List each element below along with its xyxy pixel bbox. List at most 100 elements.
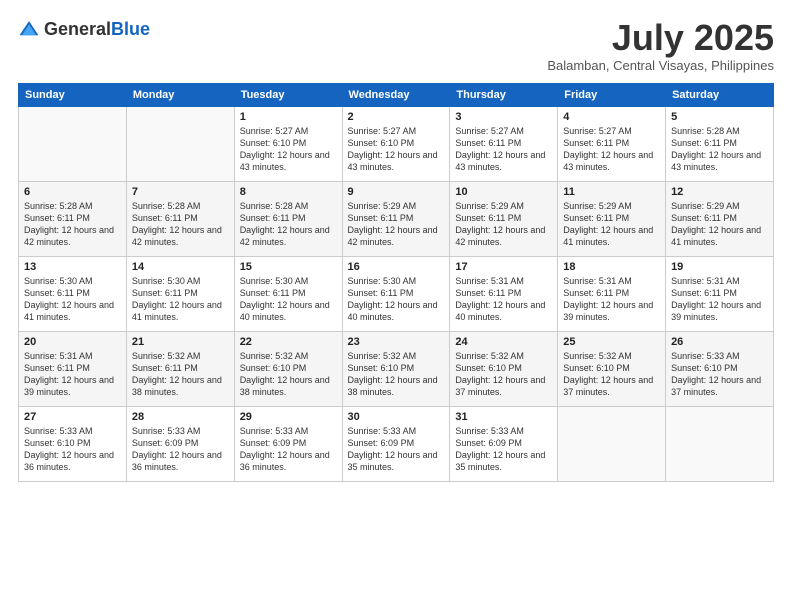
day-info: Sunrise: 5:30 AM Sunset: 6:11 PM Dayligh… — [348, 275, 445, 324]
day-info: Sunrise: 5:29 AM Sunset: 6:11 PM Dayligh… — [455, 200, 552, 249]
day-number: 22 — [240, 336, 337, 348]
calendar-cell: 5 Sunrise: 5:28 AM Sunset: 6:11 PM Daylig… — [666, 106, 774, 181]
day-number: 14 — [132, 261, 229, 273]
day-info: Sunrise: 5:27 AM Sunset: 6:11 PM Dayligh… — [455, 125, 552, 174]
day-info: Sunrise: 5:28 AM Sunset: 6:11 PM Dayligh… — [24, 200, 121, 249]
day-number: 16 — [348, 261, 445, 273]
calendar-cell — [558, 406, 666, 481]
logo-text: GeneralBlue — [44, 19, 150, 40]
day-info: Sunrise: 5:31 AM Sunset: 6:11 PM Dayligh… — [455, 275, 552, 324]
calendar-cell: 1 Sunrise: 5:27 AM Sunset: 6:10 PM Daylig… — [234, 106, 342, 181]
day-number: 7 — [132, 186, 229, 198]
day-info: Sunrise: 5:32 AM Sunset: 6:10 PM Dayligh… — [348, 350, 445, 399]
calendar-cell: 11 Sunrise: 5:29 AM Sunset: 6:11 PM Dayli… — [558, 181, 666, 256]
day-info: Sunrise: 5:33 AM Sunset: 6:09 PM Dayligh… — [348, 425, 445, 474]
day-number: 12 — [671, 186, 768, 198]
calendar-cell: 20 Sunrise: 5:31 AM Sunset: 6:11 PM Dayli… — [19, 331, 127, 406]
calendar-cell: 12Sunrise: 5:29 AM Sunset: 6:11 PM Dayli… — [666, 181, 774, 256]
calendar-cell: 18Sunrise: 5:31 AM Sunset: 6:11 PM Dayli… — [558, 256, 666, 331]
calendar-cell — [666, 406, 774, 481]
day-number: 28 — [132, 411, 229, 423]
calendar-cell: 2 Sunrise: 5:27 AM Sunset: 6:10 PM Daylig… — [342, 106, 450, 181]
calendar-cell: 30 Sunrise: 5:33 AM Sunset: 6:09 PM Dayli… — [342, 406, 450, 481]
calendar-cell: 26Sunrise: 5:33 AM Sunset: 6:10 PM Dayli… — [666, 331, 774, 406]
day-number: 4 — [563, 111, 660, 123]
day-info: Sunrise: 5:33 AM Sunset: 6:09 PM Dayligh… — [455, 425, 552, 474]
day-info: Sunrise: 5:27 AM Sunset: 6:10 PM Dayligh… — [348, 125, 445, 174]
header-row: Sunday Monday Tuesday Wednesday Thursday… — [19, 83, 774, 106]
day-number: 27 — [24, 411, 121, 423]
calendar-cell: 22 Sunrise: 5:32 AM Sunset: 6:10 PM Dayli… — [234, 331, 342, 406]
day-number: 31 — [455, 411, 552, 423]
day-number: 30 — [348, 411, 445, 423]
day-number: 2 — [348, 111, 445, 123]
day-number: 25 — [563, 336, 660, 348]
day-number: 15 — [240, 261, 337, 273]
day-info: Sunrise: 5:27 AM Sunset: 6:10 PM Dayligh… — [240, 125, 337, 174]
day-info: Sunrise: 5:33 AM Sunset: 6:09 PM Dayligh… — [240, 425, 337, 474]
calendar-cell: 29 Sunrise: 5:33 AM Sunset: 6:09 PM Dayli… — [234, 406, 342, 481]
day-info: Sunrise: 5:30 AM Sunset: 6:11 PM Dayligh… — [24, 275, 121, 324]
day-number: 9 — [348, 186, 445, 198]
day-number: 26 — [671, 336, 768, 348]
day-number: 8 — [240, 186, 337, 198]
calendar-table: Sunday Monday Tuesday Wednesday Thursday… — [18, 83, 774, 482]
day-info: Sunrise: 5:31 AM Sunset: 6:11 PM Dayligh… — [24, 350, 121, 399]
day-number: 3 — [455, 111, 552, 123]
calendar-cell: 24 Sunrise: 5:32 AM Sunset: 6:10 PM Dayli… — [450, 331, 558, 406]
day-number: 18 — [563, 261, 660, 273]
calendar-cell: 14 Sunrise: 5:30 AM Sunset: 6:11 PM Dayli… — [126, 256, 234, 331]
calendar-week-0: 1 Sunrise: 5:27 AM Sunset: 6:10 PM Daylig… — [19, 106, 774, 181]
calendar-cell: 13Sunrise: 5:30 AM Sunset: 6:11 PM Dayli… — [19, 256, 127, 331]
calendar-cell — [19, 106, 127, 181]
calendar-cell: 9 Sunrise: 5:29 AM Sunset: 6:11 PM Daylig… — [342, 181, 450, 256]
calendar-cell: 31 Sunrise: 5:33 AM Sunset: 6:09 PM Dayli… — [450, 406, 558, 481]
calendar-week-4: 27Sunrise: 5:33 AM Sunset: 6:10 PM Dayli… — [19, 406, 774, 481]
day-number: 24 — [455, 336, 552, 348]
location-title: Balamban, Central Visayas, Philippines — [547, 58, 774, 73]
page: GeneralBlue July 2025 Balamban, Central … — [0, 0, 792, 612]
day-info: Sunrise: 5:29 AM Sunset: 6:11 PM Dayligh… — [348, 200, 445, 249]
day-number: 11 — [563, 186, 660, 198]
logo-general: General — [44, 19, 111, 39]
calendar-cell: 27Sunrise: 5:33 AM Sunset: 6:10 PM Dayli… — [19, 406, 127, 481]
day-info: Sunrise: 5:29 AM Sunset: 6:11 PM Dayligh… — [563, 200, 660, 249]
day-number: 19 — [671, 261, 768, 273]
th-saturday: Saturday — [666, 83, 774, 106]
logo: GeneralBlue — [18, 18, 150, 40]
day-info: Sunrise: 5:28 AM Sunset: 6:11 PM Dayligh… — [240, 200, 337, 249]
day-number: 1 — [240, 111, 337, 123]
title-section: July 2025 Balamban, Central Visayas, Phi… — [547, 18, 774, 73]
calendar-cell: 15Sunrise: 5:30 AM Sunset: 6:11 PM Dayli… — [234, 256, 342, 331]
th-tuesday: Tuesday — [234, 83, 342, 106]
day-info: Sunrise: 5:28 AM Sunset: 6:11 PM Dayligh… — [671, 125, 768, 174]
day-number: 29 — [240, 411, 337, 423]
calendar-cell: 4 Sunrise: 5:27 AM Sunset: 6:11 PM Daylig… — [558, 106, 666, 181]
logo-icon — [18, 18, 40, 40]
day-info: Sunrise: 5:28 AM Sunset: 6:11 PM Dayligh… — [132, 200, 229, 249]
day-number: 21 — [132, 336, 229, 348]
month-title: July 2025 — [547, 18, 774, 58]
th-sunday: Sunday — [19, 83, 127, 106]
calendar-cell: 28Sunrise: 5:33 AM Sunset: 6:09 PM Dayli… — [126, 406, 234, 481]
calendar-cell: 23Sunrise: 5:32 AM Sunset: 6:10 PM Dayli… — [342, 331, 450, 406]
top-section: GeneralBlue July 2025 Balamban, Central … — [18, 18, 774, 73]
day-info: Sunrise: 5:32 AM Sunset: 6:10 PM Dayligh… — [455, 350, 552, 399]
calendar-cell: 8 Sunrise: 5:28 AM Sunset: 6:11 PM Daylig… — [234, 181, 342, 256]
calendar-cell: 19Sunrise: 5:31 AM Sunset: 6:11 PM Dayli… — [666, 256, 774, 331]
day-number: 10 — [455, 186, 552, 198]
day-info: Sunrise: 5:30 AM Sunset: 6:11 PM Dayligh… — [132, 275, 229, 324]
day-info: Sunrise: 5:32 AM Sunset: 6:10 PM Dayligh… — [563, 350, 660, 399]
day-number: 5 — [671, 111, 768, 123]
calendar-week-3: 20 Sunrise: 5:31 AM Sunset: 6:11 PM Dayli… — [19, 331, 774, 406]
calendar-cell: 25 Sunrise: 5:32 AM Sunset: 6:10 PM Dayli… — [558, 331, 666, 406]
th-wednesday: Wednesday — [342, 83, 450, 106]
logo-blue: Blue — [111, 19, 150, 39]
day-number: 6 — [24, 186, 121, 198]
calendar-cell: 3 Sunrise: 5:27 AM Sunset: 6:11 PM Daylig… — [450, 106, 558, 181]
day-info: Sunrise: 5:27 AM Sunset: 6:11 PM Dayligh… — [563, 125, 660, 174]
day-number: 20 — [24, 336, 121, 348]
calendar-cell: 6 Sunrise: 5:28 AM Sunset: 6:11 PM Daylig… — [19, 181, 127, 256]
day-info: Sunrise: 5:32 AM Sunset: 6:10 PM Dayligh… — [240, 350, 337, 399]
th-friday: Friday — [558, 83, 666, 106]
